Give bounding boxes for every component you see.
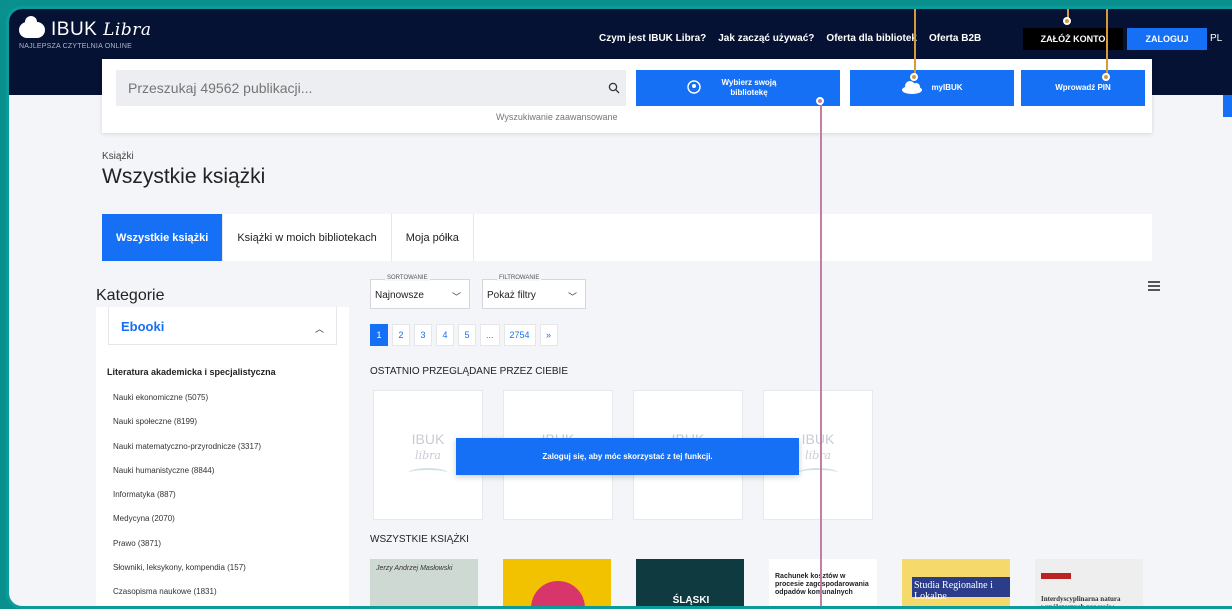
book-cover-text: Jerzy Andrzej Masłowski [376, 565, 453, 572]
nav-how-to-start[interactable]: Jak zacząć używać? [718, 33, 814, 44]
category-item[interactable]: Medycyna (2070) [113, 514, 349, 538]
nav-what-is[interactable]: Czym jest IBUK Libra? [599, 33, 706, 44]
location-pin-icon [687, 80, 701, 96]
page-1[interactable]: 1 [370, 324, 388, 346]
filter-select[interactable]: FILTROWANIE Pokaż filtry ﹀ [482, 275, 586, 309]
book-cover[interactable]: Studia Regionalne i Lokalne [902, 559, 1010, 606]
book-cover[interactable]: Jerzy Andrzej Masłowski [370, 559, 478, 606]
enter-pin-label: Wprowadź PIN [1055, 83, 1111, 93]
sort-value: Najnowsze [375, 290, 424, 301]
book-cover-text: ŚLĄSKI PRZEGLĄD STATYSTYCZNY [672, 595, 710, 606]
annotation-pin [1063, 17, 1071, 25]
login-button[interactable]: ZALOGUJ [1127, 28, 1207, 50]
placeholder-brand: IBUK [411, 430, 445, 447]
list-view-icon[interactable] [1148, 281, 1160, 293]
sort-select[interactable]: SORTOWANIE Najnowsze ﹀ [370, 275, 470, 309]
search-panel: Wyszukiwanie zaawansowane Wybierz swoją … [102, 59, 1152, 133]
top-nav: Czym jest IBUK Libra? Jak zacząć używać?… [599, 33, 981, 44]
nav-b2b-offer[interactable]: Oferta B2B [929, 33, 981, 44]
page-ellipsis: ... [480, 324, 500, 346]
categories-title: Kategorie [96, 287, 165, 304]
book-waves-icon [408, 468, 448, 478]
category-item[interactable]: Nauki społeczne (8199) [113, 417, 349, 441]
placeholder-script: libra [415, 449, 441, 462]
enter-pin-button[interactable]: Wprowadź PIN [1021, 70, 1145, 106]
side-tab-button[interactable] [1223, 95, 1232, 117]
tab-my-shelf[interactable]: Moja półka [392, 214, 474, 261]
chevron-down-icon: ﹀ [567, 292, 577, 302]
cloud-logo-icon [19, 16, 45, 38]
myibuk-button[interactable]: myIBUK [850, 70, 1014, 106]
category-item[interactable]: Czasopisma naukowe (1831) [113, 587, 349, 606]
categories-sidebar: Ebooki ︿ Literatura akademicka i specjal… [96, 307, 349, 606]
book-covers-row: Jerzy Andrzej Masłowski ŚLĄSKI PRZEGLĄD … [370, 559, 1143, 609]
app-frame: IBUK Libra NAJLEPSZA CZYTELNIA ONLINE Cz… [6, 6, 1232, 609]
logo-name: IBUK [51, 19, 98, 40]
tab-bar: Wszystkie książki Książki w moich biblio… [102, 214, 1152, 261]
book-cover-text: Studia Regionalne i Lokalne [914, 580, 993, 602]
annotation-pointer [1106, 9, 1108, 77]
category-item[interactable]: Prawo (3871) [113, 539, 349, 563]
search-box [116, 70, 626, 106]
page-4[interactable]: 4 [436, 324, 454, 346]
breadcrumb[interactable]: Książki [102, 151, 134, 162]
category-section-academic[interactable]: Literatura akademicka i specjalistyczna [107, 367, 349, 377]
placeholder-brand: IBUK [801, 430, 835, 447]
annotation-pin [910, 73, 918, 81]
tab-my-libraries[interactable]: Książki w moich bibliotekach [223, 214, 392, 261]
annotation-pin [816, 97, 824, 105]
page-2[interactable]: 2 [392, 324, 410, 346]
book-cover-text: Rachunek kosztów w procesie zagospodarow… [775, 573, 869, 597]
page-next[interactable]: » [539, 324, 558, 346]
language-switch[interactable]: PL [1210, 33, 1222, 44]
page-3[interactable]: 3 [414, 324, 432, 346]
book-cover-text: Interdyscyplinarna natura współczesnych … [1041, 595, 1121, 609]
category-item[interactable]: Nauki ekonomiczne (5075) [113, 393, 349, 417]
placeholder-script: libra [805, 449, 831, 462]
choose-library-label: Wybierz swoją bibliotekę [721, 78, 777, 97]
filter-caption: FILTROWANIE [497, 275, 542, 281]
logo-script: Libra [103, 20, 152, 40]
chevron-down-icon: ﹀ [451, 292, 461, 302]
nav-library-offer[interactable]: Oferta dla bibliotek [826, 33, 917, 44]
annotation-pointer [820, 101, 822, 606]
recently-viewed-heading: OSTATNIO PRZEGLĄDANE PRZEZ CIEBIE [370, 366, 568, 377]
pagination: 1 2 3 4 5 ... 2754 » [370, 324, 558, 346]
logo[interactable]: IBUK Libra NAJLEPSZA CZYTELNIA ONLINE [19, 16, 152, 50]
search-input[interactable] [116, 80, 602, 96]
myibuk-label: myIBUK [931, 83, 963, 93]
advanced-search-link[interactable]: Wyszukiwanie zaawansowane [496, 112, 617, 122]
book-cover[interactable] [503, 559, 611, 606]
choose-library-button[interactable]: Wybierz swoją bibliotekę [636, 70, 840, 106]
search-icon[interactable] [602, 82, 626, 94]
page-title: Wszystkie książki [102, 165, 266, 188]
cloud-icon [901, 80, 923, 96]
create-account-button[interactable]: ZAŁÓŻ KONTO [1023, 28, 1123, 50]
ebooks-label: Ebooki [121, 319, 165, 334]
page-5[interactable]: 5 [458, 324, 476, 346]
category-item[interactable]: Słowniki, leksykony, kompendia (157) [113, 563, 349, 587]
book-cover[interactable]: Rachunek kosztów w procesie zagospodarow… [769, 559, 877, 606]
book-cover[interactable]: ŚLĄSKI PRZEGLĄD STATYSTYCZNY [636, 559, 744, 606]
logo-tagline: NAJLEPSZA CZYTELNIA ONLINE [19, 43, 132, 50]
category-item[interactable]: Nauki humanistyczne (8844) [113, 466, 349, 490]
filter-value: Pokaż filtry [487, 290, 536, 301]
annotation-pin [1102, 73, 1110, 81]
all-books-heading: WSZYSTKIE KSIĄŻKI [370, 534, 469, 545]
cover-art [1041, 573, 1071, 579]
book-waves-icon [798, 468, 838, 478]
sort-caption: SORTOWANIE [385, 275, 430, 281]
category-item[interactable]: Nauki matematyczno-przyrodnicze (3317) [113, 442, 349, 466]
annotation-pointer [914, 9, 916, 77]
book-cover[interactable]: Interdyscyplinarna natura współczesnych … [1035, 559, 1143, 609]
ebooks-accordion[interactable]: Ebooki ︿ [108, 307, 337, 345]
cover-art [531, 581, 585, 606]
login-prompt-button[interactable]: Zaloguj się, aby móc skorzystać z tej fu… [456, 438, 799, 475]
page-last[interactable]: 2754 [503, 324, 536, 346]
tab-all-books[interactable]: Wszystkie książki [102, 214, 224, 261]
category-item[interactable]: Informatyka (887) [113, 490, 349, 514]
chevron-up-icon: ︿ [314, 324, 324, 334]
category-list: Nauki ekonomiczne (5075) Nauki społeczne… [113, 393, 349, 606]
